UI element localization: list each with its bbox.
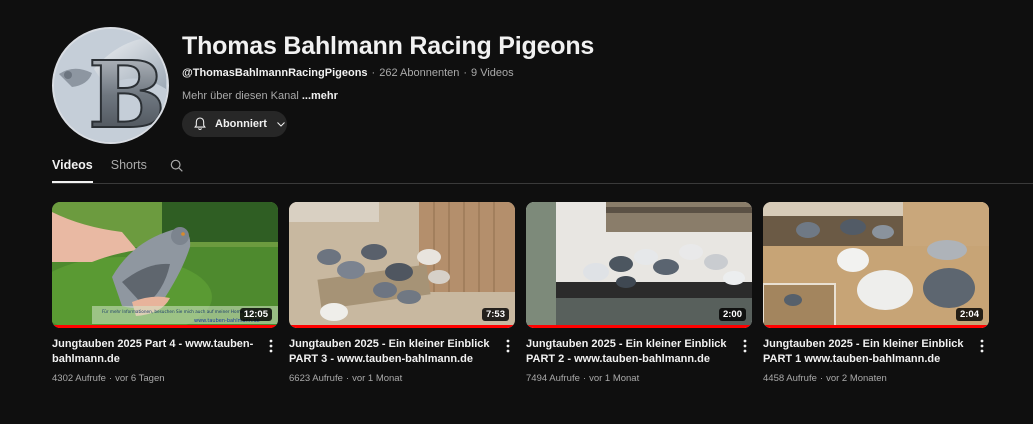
upload-age: vor 6 Tagen xyxy=(115,373,165,384)
tab-shorts[interactable]: Shorts xyxy=(111,150,147,183)
watch-progress-fill xyxy=(526,325,752,328)
thumb-caption: Für mehr Informationen, besuchen Sie mic… xyxy=(102,309,254,314)
video-meta: 4302 Aufrufe · vor 6 Tagen xyxy=(52,373,278,384)
channel-handle: @ThomasBahlmannRacingPigeons xyxy=(182,67,368,79)
video-meta: 6623 Aufrufe · vor 1 Monat xyxy=(289,373,515,384)
bell-icon xyxy=(194,117,206,130)
chevron-down-icon xyxy=(277,122,285,127)
video-duration: 7:53 xyxy=(481,308,509,321)
watch-progress-fill xyxy=(52,325,278,328)
watch-progress-bar xyxy=(763,325,989,328)
video-meta: 4458 Aufrufe · vor 2 Monaten xyxy=(763,373,989,384)
channel-tabs: Videos Shorts xyxy=(52,150,185,184)
more-vert-icon[interactable] xyxy=(740,338,750,354)
video-thumbnail[interactable]: 7:53 xyxy=(289,202,515,328)
view-count: 4302 Aufrufe xyxy=(52,373,106,384)
video-meta: 7494 Aufrufe · vor 1 Monat xyxy=(526,373,752,384)
video-duration: 2:04 xyxy=(955,308,983,321)
upload-age: vor 1 Monat xyxy=(589,373,640,384)
meta-separator: · xyxy=(463,67,468,79)
watch-progress-bar xyxy=(289,325,515,328)
channel-meta: @ThomasBahlmannRacingPigeons · 262 Abonnen… xyxy=(182,67,514,79)
more-vert-icon[interactable] xyxy=(503,338,513,354)
meta-separator: · xyxy=(345,373,350,384)
video-card[interactable]: Für mehr Informationen, besuchen Sie mic… xyxy=(52,202,278,384)
more-link[interactable]: ...mehr xyxy=(302,90,338,102)
tab-videos[interactable]: Videos xyxy=(52,150,93,183)
tabs-divider xyxy=(52,183,1033,184)
video-card[interactable]: 2:04 Jungtauben 2025 - Ein kleiner Einbl… xyxy=(763,202,989,384)
video-title[interactable]: Jungtauben 2025 - Ein kleiner Einblick P… xyxy=(289,337,495,367)
video-thumbnail[interactable]: 2:04 xyxy=(763,202,989,328)
description-text: Mehr über diesen Kanal xyxy=(182,90,302,102)
video-duration: 12:05 xyxy=(239,308,272,321)
video-title[interactable]: Jungtauben 2025 - Ein kleiner Einblick P… xyxy=(763,337,969,367)
video-card[interactable]: 7:53 Jungtauben 2025 - Ein kleiner Einbl… xyxy=(289,202,515,384)
thumbnail-image-pigeon-landing-board xyxy=(526,202,752,328)
upload-age: vor 1 Monat xyxy=(352,373,403,384)
video-thumbnail[interactable]: 2:00 xyxy=(526,202,752,328)
meta-separator: · xyxy=(582,373,587,384)
watch-progress-bar xyxy=(526,325,752,328)
thumbnail-image-pigeons-in-boxes xyxy=(763,202,989,328)
meta-separator: · xyxy=(371,67,376,79)
meta-separator: · xyxy=(819,373,824,384)
view-count: 4458 Aufrufe xyxy=(763,373,817,384)
video-count: 9 Videos xyxy=(471,67,514,79)
watch-progress-fill xyxy=(289,325,515,328)
video-title[interactable]: Jungtauben 2025 Part 4 - www.tauben-bahl… xyxy=(52,337,258,367)
video-card[interactable]: 2:00 Jungtauben 2025 - Ein kleiner Einbl… xyxy=(526,202,752,384)
subscribed-button[interactable]: Abonniert xyxy=(182,111,287,137)
search-icon[interactable] xyxy=(169,158,185,174)
view-count: 7494 Aufrufe xyxy=(526,373,580,384)
view-count: 6623 Aufrufe xyxy=(289,373,343,384)
more-vert-icon[interactable] xyxy=(977,338,987,354)
watch-progress-fill xyxy=(763,325,989,328)
video-thumbnail[interactable]: Für mehr Informationen, besuchen Sie mic… xyxy=(52,202,278,328)
meta-separator: · xyxy=(108,373,113,384)
subscriber-count: 262 Abonnenten xyxy=(379,67,460,79)
watch-progress-bar xyxy=(52,325,278,328)
channel-description[interactable]: Mehr über diesen Kanal ...mehr xyxy=(182,90,338,102)
more-vert-icon[interactable] xyxy=(266,338,276,354)
video-duration: 2:00 xyxy=(718,308,746,321)
upload-age: vor 2 Monaten xyxy=(826,373,887,384)
thumbnail-image-pigeon-loft-floor xyxy=(289,202,515,328)
channel-title: Thomas Bahlmann Racing Pigeons xyxy=(182,32,595,60)
avatar-letter: B xyxy=(88,41,166,142)
video-title[interactable]: Jungtauben 2025 - Ein kleiner Einblick P… xyxy=(526,337,732,367)
channel-avatar[interactable]: B xyxy=(52,27,169,144)
subscribed-label: Abonniert xyxy=(215,118,267,130)
